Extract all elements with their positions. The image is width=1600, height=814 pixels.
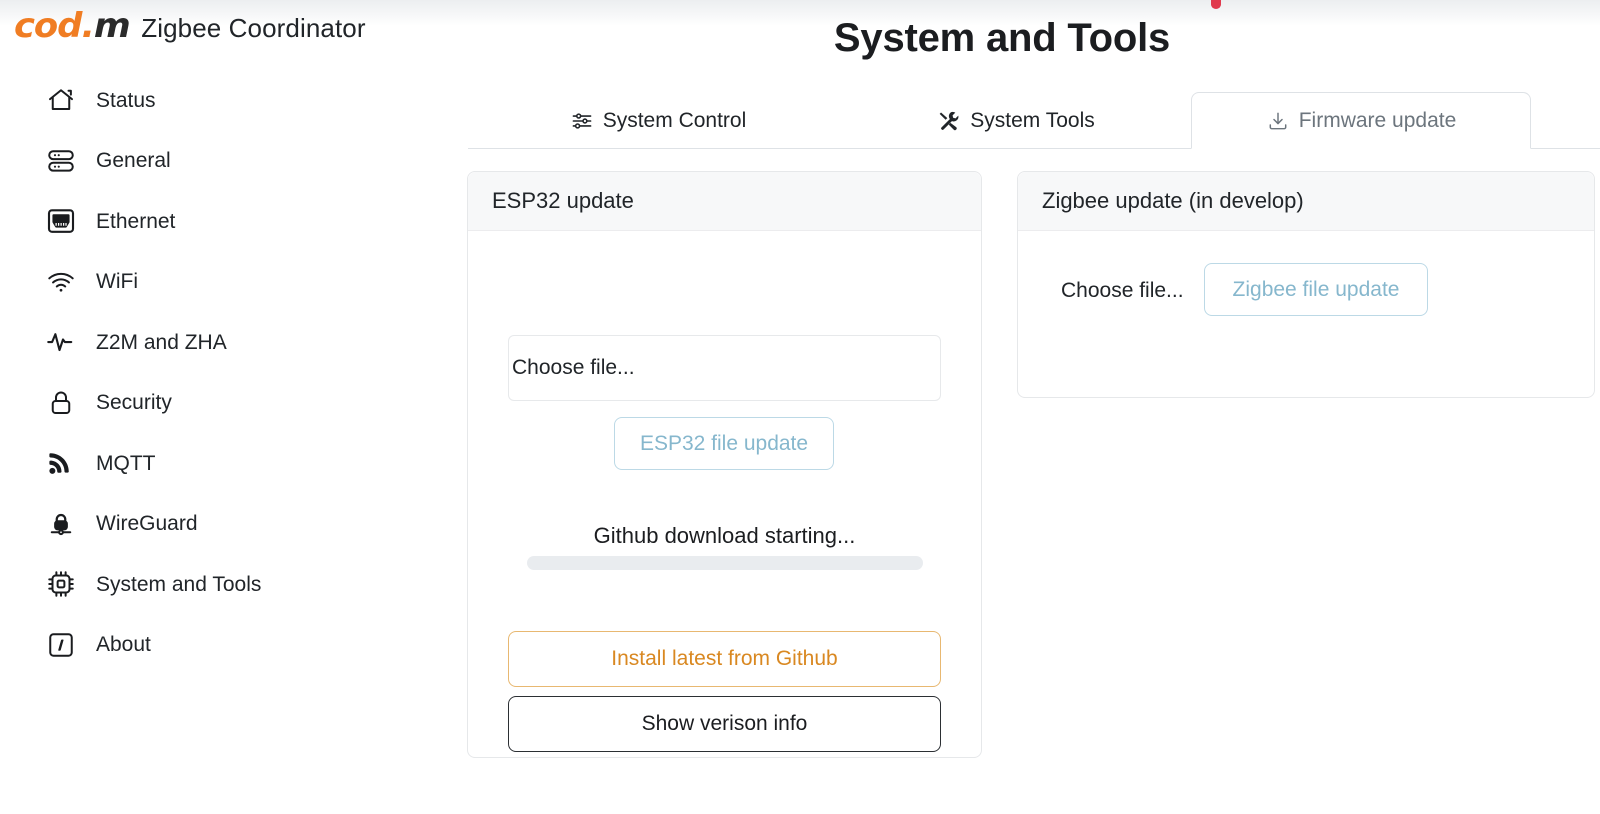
lock-icon: [44, 386, 78, 420]
tools-icon: [937, 109, 961, 133]
zigbee-card-header: Zigbee update (in develop): [1018, 172, 1594, 231]
sidebar-item-label: About: [96, 633, 151, 657]
esp32-file-update-label: ESP32 file update: [639, 431, 809, 455]
zigbee-file-update-button[interactable]: Zigbee file update: [1204, 263, 1428, 316]
tab-firmware-update[interactable]: Firmware update: [1191, 92, 1531, 149]
sidebar-item-label: System and Tools: [96, 572, 262, 596]
sidebar-item-label: Security: [96, 391, 172, 415]
sidebar-item-about[interactable]: About: [44, 615, 444, 676]
sidebar-item-status[interactable]: Status: [44, 70, 444, 131]
zigbee-file-chooser[interactable]: Choose file...: [1061, 279, 1184, 303]
activity-pulse-icon: [44, 325, 78, 359]
sidebar-item-label: Z2M and ZHA: [96, 330, 227, 354]
tab-label: System Tools: [970, 108, 1095, 132]
tab-label: System Control: [602, 108, 747, 132]
sidebar-item-general[interactable]: General: [44, 131, 444, 192]
show-version-info-label: Show verison info: [641, 712, 808, 735]
esp32-update-card: ESP32 update Choose file... ESP32 file u…: [467, 171, 982, 758]
zigbee-update-card: Zigbee update (in develop) Choose file..…: [1017, 171, 1595, 398]
sidebar-item-label: General: [96, 149, 171, 173]
wifi-icon: [44, 265, 78, 299]
home-icon: [44, 83, 78, 117]
sidebar-item-mqtt[interactable]: MQTT: [44, 433, 444, 494]
sidebar-item-label: MQTT: [96, 451, 156, 475]
sliders-icon: [570, 109, 594, 133]
zigbee-file-update-label: Zigbee file update: [1232, 277, 1400, 301]
wireguard-icon: [44, 507, 78, 541]
logo-text-dark: m: [93, 6, 131, 46]
sidebar-nav: Status General Ethernet WiFi Z2M and ZHA…: [44, 70, 444, 675]
main-content: System and Tools System Control System T…: [460, 0, 1600, 814]
esp32-file-update-button[interactable]: ESP32 file update: [614, 417, 834, 470]
zigbee-card-body: Choose file... Zigbee file update: [1018, 231, 1594, 397]
install-latest-label: Install latest from Github: [611, 647, 838, 670]
cpu-chip-icon: [44, 567, 78, 601]
sidebar-item-wireguard[interactable]: WireGuard: [44, 494, 444, 555]
sidebar-item-label: Status: [96, 88, 156, 112]
download-icon: [1266, 109, 1290, 133]
install-latest-from-github-button[interactable]: Install latest from Github: [508, 631, 941, 687]
app-title: Zigbee Coordinator: [141, 13, 366, 43]
sidebar: cod.m Zigbee Coordinator Status General …: [0, 0, 460, 814]
ethernet-port-icon: [44, 204, 78, 238]
sidebar-item-label: Ethernet: [96, 209, 176, 233]
show-version-info-button[interactable]: Show verison info: [508, 696, 941, 752]
tab-system-control[interactable]: System Control: [528, 92, 788, 149]
sidebar-item-ethernet[interactable]: Ethernet: [44, 191, 444, 252]
sidebar-item-label: WiFi: [96, 270, 138, 294]
sidebar-item-security[interactable]: Security: [44, 373, 444, 434]
broadcast-icon: [44, 446, 78, 480]
codm-logo: cod.m: [14, 6, 131, 46]
logo-text-orange: cod.: [14, 6, 95, 46]
sidebar-item-system-and-tools[interactable]: System and Tools: [44, 554, 444, 615]
esp32-progress-status: Github download starting...: [593, 523, 856, 548]
sidebar-item-wifi[interactable]: WiFi: [44, 252, 444, 313]
info-square-icon: [44, 628, 78, 662]
esp32-progress-bar: [527, 556, 923, 570]
tab-label: Firmware update: [1298, 108, 1457, 132]
tab-bar: System Control System Tools Firmware upd…: [468, 92, 1600, 149]
sidebar-item-z2m-and-zha[interactable]: Z2M and ZHA: [44, 312, 444, 373]
sidebar-item-label: WireGuard: [96, 512, 198, 536]
server-icon: [44, 144, 78, 178]
page-title: System and Tools: [833, 16, 1171, 60]
tab-system-tools[interactable]: System Tools: [886, 92, 1146, 149]
brand-header: cod.m Zigbee Coordinator: [14, 6, 366, 46]
esp32-card-header: ESP32 update: [468, 172, 981, 231]
esp32-file-chooser-text: Choose file...: [512, 356, 635, 379]
zigbee-file-chooser-text: Choose file...: [1061, 279, 1184, 302]
esp32-file-chooser[interactable]: Choose file...: [508, 335, 941, 401]
